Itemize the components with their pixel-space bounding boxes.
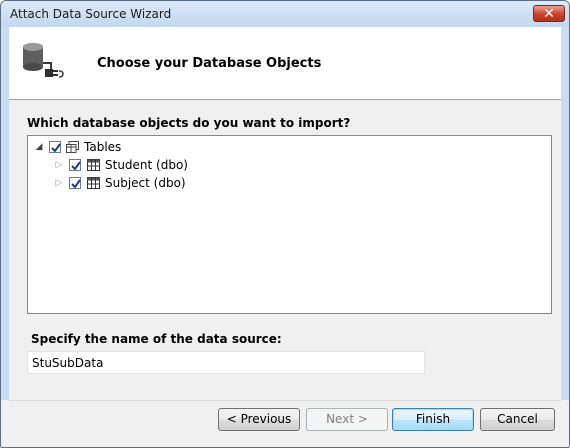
table-icon — [87, 159, 100, 171]
datasource-name-input[interactable] — [27, 351, 425, 374]
title-bar[interactable]: Attach Data Source Wizard ✕ — [1, 1, 569, 27]
tree-node-label: Tables — [84, 140, 122, 154]
collapsed-arrow-icon[interactable]: ▷ — [54, 177, 64, 189]
tree-node-student[interactable]: ▷ Student (dbo) — [54, 157, 254, 174]
collapsed-arrow-icon[interactable]: ▷ — [54, 159, 64, 171]
tree-node-label: Subject (dbo) — [105, 176, 186, 190]
database-objects-tree[interactable]: ◢ Tables ▷ Student (dbo) ▷ Subject (dbo) — [27, 135, 552, 314]
tables-icon — [66, 141, 79, 153]
next-button[interactable]: Next > — [306, 408, 388, 431]
cancel-button[interactable]: Cancel — [480, 408, 555, 431]
tree-node-label: Student (dbo) — [105, 158, 188, 172]
table-icon — [87, 177, 100, 189]
close-icon: ✕ — [543, 6, 555, 22]
datasource-name-label: Specify the name of the data source: — [31, 332, 282, 346]
tree-node-tables[interactable]: ◢ Tables — [34, 139, 234, 156]
page-title: Choose your Database Objects — [97, 56, 322, 71]
tree-node-subject[interactable]: ▷ Subject (dbo) — [54, 175, 254, 192]
finish-button[interactable]: Finish — [392, 408, 474, 431]
subject-checkbox[interactable] — [69, 177, 81, 189]
tables-checkbox[interactable] — [49, 141, 61, 153]
previous-button[interactable]: < Previous — [218, 408, 300, 431]
wizard-window: Attach Data Source Wizard ✕ Choose your … — [0, 0, 570, 448]
wizard-content: Which database objects do you want to im… — [9, 100, 561, 400]
wizard-footer: < Previous Next > Finish Cancel — [1, 400, 569, 447]
close-button[interactable]: ✕ — [533, 5, 565, 22]
database-connection-icon — [23, 43, 64, 78]
import-question-label: Which database objects do you want to im… — [27, 116, 351, 130]
window-title: Attach Data Source Wizard — [10, 7, 172, 21]
wizard-header: Choose your Database Objects — [9, 27, 561, 100]
student-checkbox[interactable] — [69, 159, 81, 171]
expand-arrow-icon[interactable]: ◢ — [34, 141, 44, 153]
footer-divider — [9, 400, 561, 401]
